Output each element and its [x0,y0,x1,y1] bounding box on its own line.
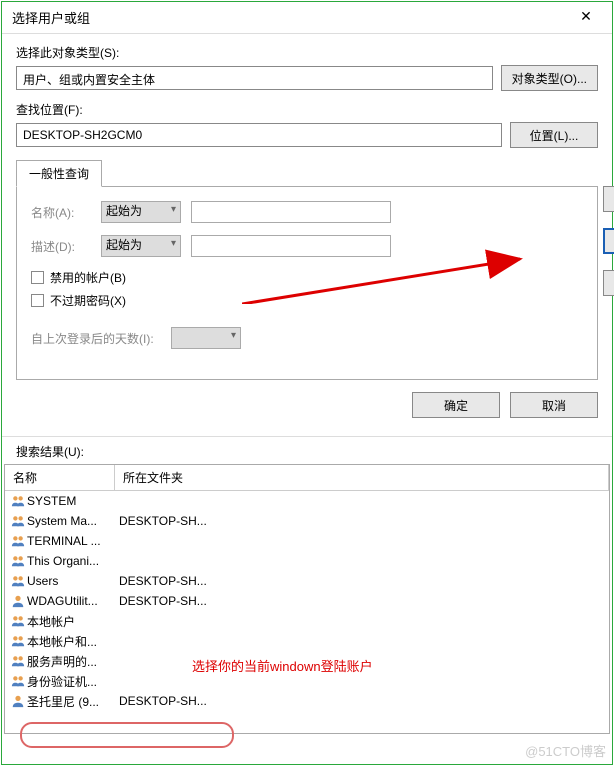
user-icon [9,694,27,708]
desc-input[interactable] [191,235,391,257]
location-value: DESKTOP-SH2GCM0 [16,123,502,147]
item-name: Users [27,574,119,588]
item-folder: DESKTOP-SH... [119,574,207,588]
window-title: 选择用户或组 [12,8,90,27]
list-item[interactable]: This Organi... [5,551,609,571]
object-type-button[interactable]: 对象类型(O)... [501,65,598,91]
list-item[interactable]: 身份验证机... [5,671,609,691]
item-name: SYSTEM [27,494,119,508]
right-buttons: 列(C)... 立即查找(N) 停止(T) [603,186,614,296]
name-label: 名称(A): [31,204,91,221]
item-name: 服务声明的... [27,653,119,670]
list-item[interactable]: 服务声明的... [5,651,609,671]
item-name: 本地帐户 [27,613,119,630]
columns-button[interactable]: 列(C)... [603,186,614,212]
group-icon [9,634,27,648]
action-buttons: 确定 取消 [2,380,612,430]
list-item[interactable]: WDAGUtilit...DESKTOP-SH... [5,591,609,611]
location-section: 查找位置(F): DESKTOP-SH2GCM0 位置(L)... [2,91,612,148]
results-label: 搜索结果(U): [2,437,612,464]
tab-general-query[interactable]: 一般性查询 [16,160,102,187]
item-name: 本地帐户和... [27,633,119,650]
col-folder-header[interactable]: 所在文件夹 [115,465,609,490]
titlebar: 选择用户或组 ✕ [2,2,612,34]
group-icon [9,674,27,688]
tab-panel: 名称(A): 起始为 描述(D): 起始为 禁用的帐户(B) 不过期密码(X) [16,186,598,380]
group-icon [9,614,27,628]
never-expire-checkbox[interactable] [31,294,44,307]
watermark: @51CTO博客 [525,741,606,760]
user-icon [9,594,27,608]
days-combo[interactable] [171,327,241,349]
days-label: 自上次登录后的天数(I): [31,330,161,347]
close-icon[interactable]: ✕ [568,9,604,27]
item-name: This Organi... [27,554,119,568]
item-name: 身份验证机... [27,673,119,690]
location-button[interactable]: 位置(L)... [510,122,598,148]
item-name: WDAGUtilit... [27,594,119,608]
list-item[interactable]: UsersDESKTOP-SH... [5,571,609,591]
group-icon [9,654,27,668]
list-item[interactable]: 本地帐户和... [5,631,609,651]
list-item[interactable]: 圣托里尼 (9...DESKTOP-SH... [5,691,609,711]
list-item[interactable]: TERMINAL ... [5,531,609,551]
list-item[interactable]: System Ma...DESKTOP-SH... [5,511,609,531]
query-tabs: 一般性查询 名称(A): 起始为 描述(D): 起始为 禁用的帐户(B) [16,160,598,380]
desc-combo[interactable]: 起始为 [101,235,181,257]
disabled-checkbox[interactable] [31,271,44,284]
desc-label: 描述(D): [31,238,91,255]
list-item[interactable]: 本地帐户 [5,611,609,631]
group-icon [9,514,27,528]
object-type-label: 选择此对象类型(S): [16,44,598,61]
results-list: 名称 所在文件夹 SYSTEMSystem Ma...DESKTOP-SH...… [4,464,610,734]
find-now-button[interactable]: 立即查找(N) [603,228,614,254]
name-input[interactable] [191,201,391,223]
disabled-label: 禁用的帐户(B) [50,269,126,286]
ok-button[interactable]: 确定 [412,392,500,418]
col-name-header[interactable]: 名称 [5,465,115,490]
location-label: 查找位置(F): [16,101,598,118]
group-icon [9,534,27,548]
item-name: TERMINAL ... [27,534,119,548]
item-name: 圣托里尼 (9... [27,693,119,710]
name-combo[interactable]: 起始为 [101,201,181,223]
group-icon [9,554,27,568]
results-header: 名称 所在文件夹 [5,465,609,491]
item-folder: DESKTOP-SH... [119,694,207,708]
item-name: System Ma... [27,514,119,528]
dialog-window: 选择用户或组 ✕ 选择此对象类型(S): 用户、组或内置安全主体 对象类型(O)… [1,1,613,765]
object-type-section: 选择此对象类型(S): 用户、组或内置安全主体 对象类型(O)... [2,34,612,91]
object-type-value: 用户、组或内置安全主体 [16,66,493,90]
stop-button[interactable]: 停止(T) [603,270,614,296]
results-body: SYSTEMSystem Ma...DESKTOP-SH...TERMINAL … [5,491,609,711]
list-item[interactable]: SYSTEM [5,491,609,511]
group-icon [9,574,27,588]
item-folder: DESKTOP-SH... [119,514,207,528]
item-folder: DESKTOP-SH... [119,594,207,608]
group-icon [9,494,27,508]
never-expire-label: 不过期密码(X) [50,292,126,309]
cancel-button[interactable]: 取消 [510,392,598,418]
